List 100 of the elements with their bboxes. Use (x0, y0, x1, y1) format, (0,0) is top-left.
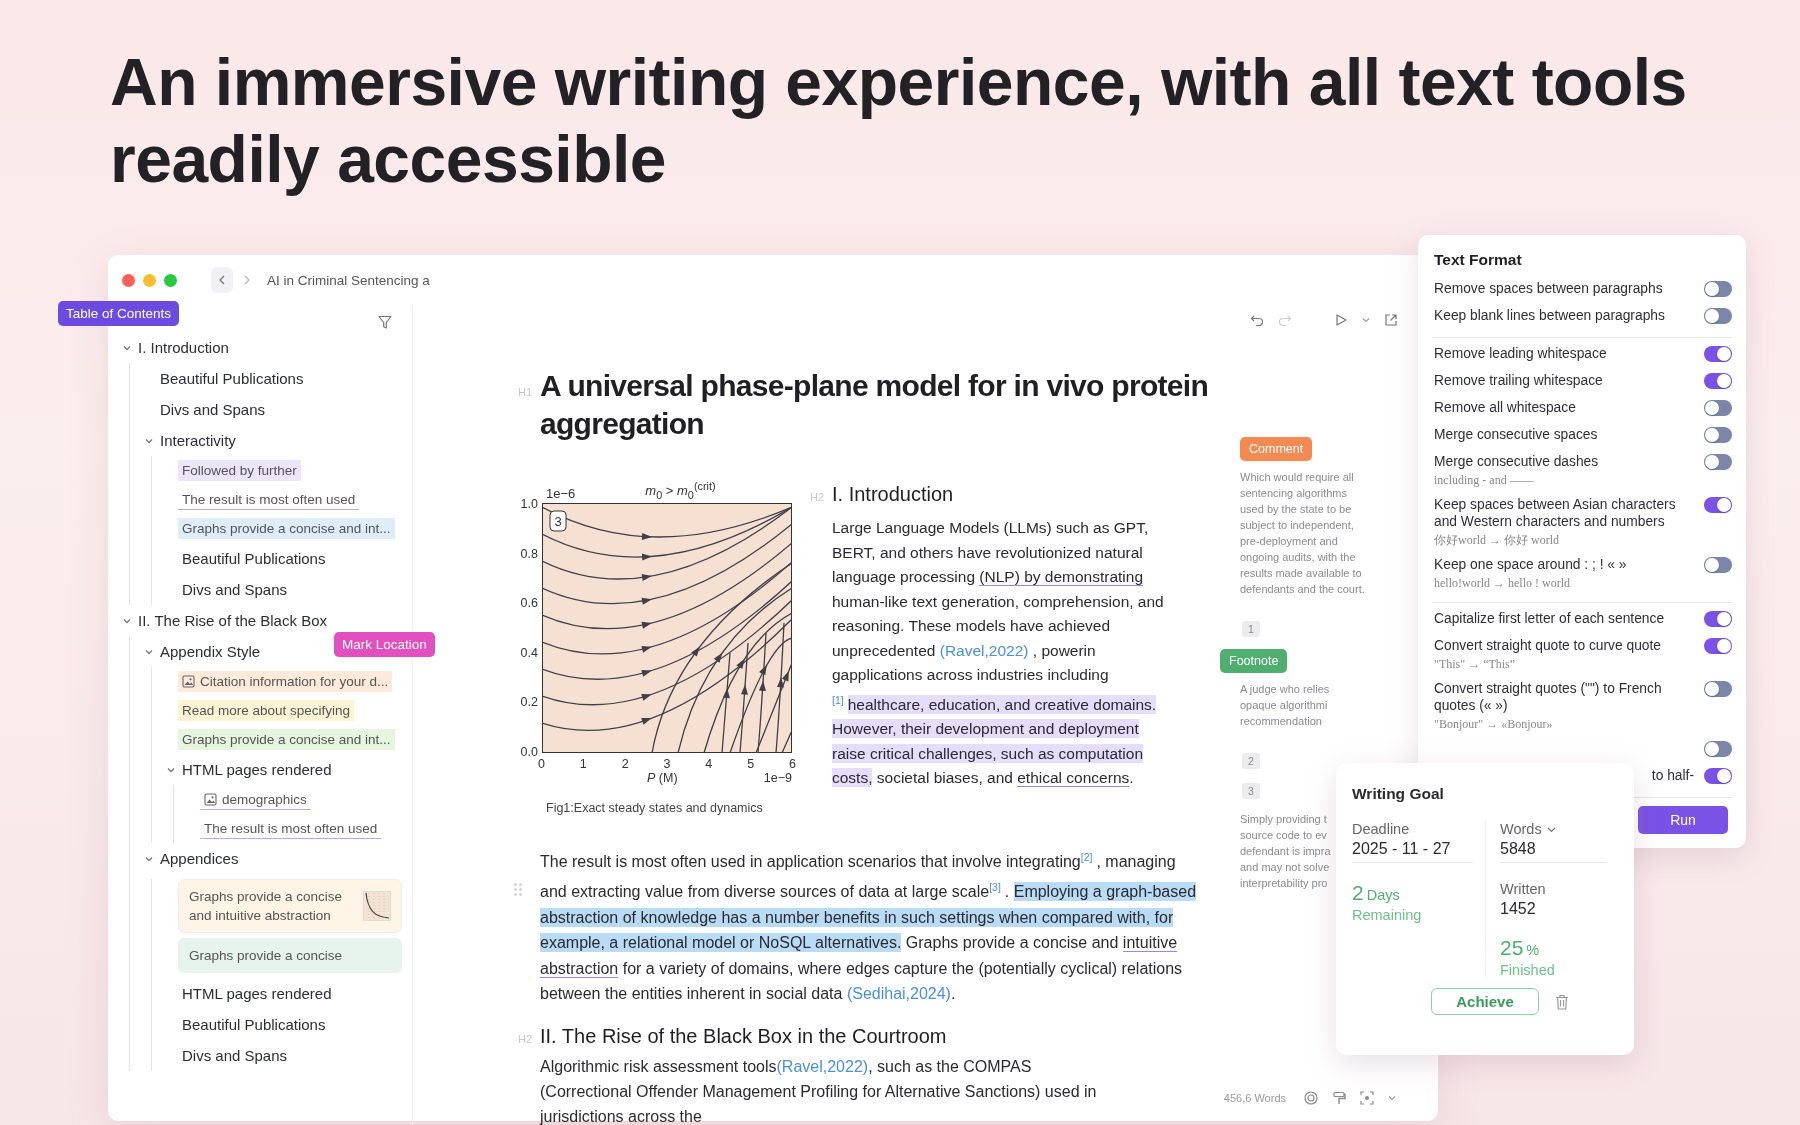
focus-icon[interactable] (1360, 1091, 1374, 1105)
outline-card[interactable]: Graphs provide a concise (178, 938, 402, 973)
tick-label: 4 (705, 757, 713, 771)
section-heading: I. Introduction (832, 483, 954, 506)
axis-scale: 1e−9 (763, 771, 792, 785)
toggle-switch[interactable] (1704, 741, 1732, 757)
outline-heading[interactable]: I. Introduction (138, 339, 229, 356)
option-hint: including - and —— (1434, 472, 1535, 489)
figure-caption: Fig1:Exact steady states and dynamics (546, 801, 764, 815)
field-label: Deadline (1352, 821, 1410, 837)
outline-item[interactable]: Beautiful Publications (166, 1009, 412, 1040)
outline-card[interactable]: Graphs provide a concise and intuitive abstraction (178, 879, 402, 933)
undo-icon[interactable] (1250, 313, 1264, 327)
toggle-switch[interactable] (1704, 611, 1732, 627)
comment-text-line: interpretability pro (1240, 876, 1329, 891)
option-hint: hello!world → hello ! world (1434, 575, 1571, 592)
toggle-switch[interactable] (1704, 497, 1732, 513)
tick-label: 1 (579, 757, 587, 771)
option-label: Keep blank lines between paragraphs (1434, 308, 1665, 323)
tick-label: 5 (747, 757, 755, 771)
comment-text-line: opaque algorithmi (1240, 698, 1329, 713)
outline-item[interactable]: Divs and Spans (166, 1040, 412, 1071)
target-icon[interactable] (1304, 1091, 1318, 1105)
breadcrumb[interactable]: AI in Criminal Sentencing a (267, 272, 430, 288)
comment-text-line: recommendation (1240, 714, 1323, 729)
outline-item[interactable]: Divs and Spans (144, 394, 412, 425)
tick-label: 3 (663, 757, 671, 771)
option-label: Keep one space around : ; ! « » (1434, 557, 1627, 572)
comment-text-line: Simply providing t (1240, 812, 1328, 827)
play-icon[interactable] (1334, 313, 1348, 327)
comment-text: Which would require all sentencing algorithms used by the state to be subject to independent, pre-deployment and ongoing audits, with the results made available to defendants and the court. (1240, 470, 1366, 597)
toggle-switch[interactable] (1704, 768, 1732, 784)
stat-label: Finished (1500, 962, 1556, 978)
note-tag: Footnote (1220, 649, 1288, 673)
paint-roller-icon[interactable] (1332, 1091, 1346, 1105)
deadline-field[interactable]: 2025 - 11 - 27 (1352, 837, 1473, 863)
external-link-icon[interactable] (1384, 313, 1398, 327)
field-label[interactable]: Words (1500, 821, 1542, 837)
filter-icon[interactable] (378, 315, 392, 330)
drag-handle-icon[interactable] (514, 883, 522, 896)
paragraph: Algorithmic risk assessment tools(Ravel,2022), such as the COMPAS (Correctional Offender Management Profiling for Alternative Sanctions) used in jurisdictions across the (540, 1056, 1098, 1125)
outline-item[interactable]: Citation information for your d... (178, 671, 393, 692)
toggle-switch[interactable] (1704, 400, 1732, 416)
stat-label: Remaining (1352, 907, 1423, 923)
achieve-button[interactable]: Achieve (1431, 988, 1539, 1015)
outline-item[interactable]: Divs and Spans (166, 574, 412, 605)
caret-icon[interactable] (1362, 316, 1370, 324)
option-label: Remove leading whitespace (1434, 346, 1607, 361)
footnote-link[interactable]: [1] (832, 693, 844, 706)
toggle-switch[interactable] (1704, 638, 1732, 654)
caret-icon[interactable] (1388, 1094, 1396, 1102)
trash-icon[interactable] (1555, 993, 1569, 1010)
outline-item-text: Graphs provide a concise and intuitive abstraction (189, 888, 344, 925)
toggle-switch[interactable] (1704, 681, 1732, 697)
panel-title: Text Format (1434, 251, 1523, 269)
toggle-switch[interactable] (1704, 454, 1732, 470)
option-label: Remove trailing whitespace (1434, 373, 1603, 388)
toggle-switch[interactable] (1704, 373, 1732, 389)
outline-heading[interactable]: HTML pages rendered (182, 761, 332, 778)
word-target-field[interactable]: 5848 (1500, 837, 1606, 863)
outline-heading[interactable]: Appendix Style (160, 643, 261, 660)
maximize-window-icon[interactable] (164, 273, 177, 287)
close-window-icon[interactable] (122, 273, 135, 287)
outline-item[interactable]: HTML pages rendered (166, 978, 412, 1009)
toggle-switch[interactable] (1704, 308, 1732, 324)
paragraph: Large Language Models (LLMs) such as GPT, BERT, and others have revolutionized natural language processing (NLP) by demonstrating human-like text generation, comprehension, and reasoning. These models have achieved unprecedented (Ravel,2022) , powerin gapplications across industries including $^{[1]}$ healthcare, education, and creative domains. However, their development and deployment raise critical challenges, such as computation costs, societal biases, and ethical concerns. (832, 518, 1165, 790)
run-button[interactable]: Run (1638, 806, 1728, 834)
outline-heading[interactable]: II. The Rise of the Black Box (138, 612, 327, 629)
option-label: to half- (1651, 768, 1694, 783)
paragraph: The result is most often used in application scenarios that involve integrating$^{[2]}$ , managing and extracting value from diverse sources of data at large scale$^{[3]}$ . Employing a graph-based abstraction of knowledge has a number benefits in such settings when compared with, for example, a relational model or NoSQL alternatives. Graphs provide a concise and intuitive abstraction for a variety of domains, where edges capture the (potentially cyclical) relations between the entities inherent in social data (Sedihai,2024). (540, 850, 1198, 1005)
panel-label: 3 (549, 510, 567, 532)
axis-label: P (M) (647, 771, 678, 785)
headline: An immersive writing experience, with all text tools readily accessible (110, 44, 1688, 198)
outline-item-text: Citation information for your d... (200, 674, 389, 689)
tick-label: 0.0 (519, 744, 538, 759)
footnote-link[interactable]: [3] (989, 880, 1001, 893)
footnote-link[interactable]: [2] (1080, 851, 1093, 863)
toggle-switch[interactable] (1704, 557, 1732, 573)
toggle-switch[interactable] (1704, 427, 1732, 443)
option-label: Convert straight quotes ("") to French quotes (« ») (1434, 681, 1662, 713)
table-of-contents-tag: Table of Contents (58, 301, 180, 326)
outline-heading[interactable]: Appendices (160, 850, 239, 867)
option-hint: "This" → “This” (1434, 656, 1517, 673)
outline-item-text: demographics (222, 792, 307, 807)
toggle-switch[interactable] (1704, 281, 1732, 297)
tick-label: 0.8 (519, 546, 538, 561)
tick-label: 0.4 (519, 645, 538, 660)
outline-item[interactable]: Beautiful Publications (144, 363, 412, 394)
outline-item[interactable]: demographics (200, 789, 311, 810)
outline-item[interactable]: Beautiful Publications (166, 543, 412, 574)
tick-label: 0.6 (519, 596, 538, 611)
days-count: 2 Days (1352, 887, 1400, 903)
comment-text-line: and may not solve (1240, 860, 1331, 875)
note-tag: Comment (1240, 437, 1313, 461)
outline-heading[interactable]: Interactivity (160, 432, 236, 449)
tick-label: 1.0 (519, 497, 538, 511)
tick-label: 0 (538, 757, 545, 771)
toggle-switch[interactable] (1704, 346, 1732, 362)
option-hint: 你好world → 你好 world (1434, 532, 1560, 549)
option-label: Keep spaces between Asian characters and Western characters and numbers (1434, 497, 1676, 529)
